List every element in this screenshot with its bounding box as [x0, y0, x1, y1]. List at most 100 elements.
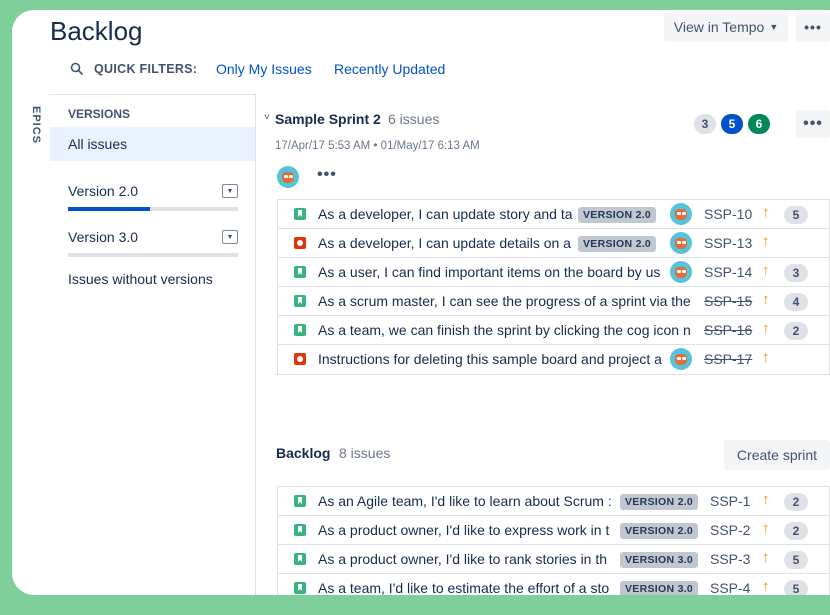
story-points-badge: 2 [784, 522, 808, 540]
issue-row[interactable]: As a product owner, I'd like to rank sto… [278, 545, 829, 574]
issue-summary: As a scrum master, I can see the progres… [318, 293, 691, 309]
assignee-avatar [670, 203, 692, 225]
sidebar-item-all-issues[interactable]: All issues [50, 127, 255, 161]
issue-row[interactable]: As a team, we can finish the sprint by c… [278, 316, 829, 345]
issue-key[interactable]: SSP-3 [710, 551, 750, 567]
header-more-button[interactable]: ••• [796, 12, 830, 42]
priority-high-icon: ↑ [762, 549, 770, 566]
issue-row[interactable]: As an Agile team, I'd like to learn abou… [278, 487, 829, 516]
backlog-title: Backlog [276, 445, 331, 461]
priority-high-icon: ↑ [762, 262, 770, 279]
issue-row[interactable]: Instructions for deleting this sample bo… [278, 345, 829, 374]
chevron-down-icon[interactable]: ˅ [264, 112, 270, 123]
priority-high-icon: ↑ [762, 233, 770, 250]
version-dropdown-icon[interactable]: ▼ [222, 230, 238, 244]
issue-key[interactable]: SSP-17 [704, 351, 752, 367]
versions-heading: VERSIONS [68, 107, 131, 121]
backlog-issue-list: As an Agile team, I'd like to learn abou… [277, 486, 830, 595]
version-progress-bar [68, 253, 238, 257]
versions-panel: VERSIONS All issues Version 2.0 ▼ Versio… [50, 94, 256, 595]
story-points-badge: 5 [784, 206, 808, 224]
done-count-badge: 6 [748, 114, 770, 134]
story-points-badge: 3 [784, 264, 808, 282]
version-lozenge: VERSION 2.0 [620, 523, 699, 539]
issue-summary: As a developer, I can update details on … [318, 235, 571, 251]
backlog-window: Backlog View in Tempo ▼ ••• QUICK FILTER… [12, 10, 830, 595]
version-lozenge: VERSION 3.0 [620, 581, 699, 595]
story-icon [294, 324, 306, 336]
issue-row[interactable]: As a developer, I can update details on … [278, 229, 829, 258]
create-sprint-button[interactable]: Create sprint [724, 440, 830, 470]
issue-key[interactable]: SSP-1 [710, 493, 750, 509]
version-progress-fill [68, 207, 150, 211]
in-progress-count-badge: 5 [721, 114, 743, 134]
version-progress-bar [68, 207, 238, 211]
view-in-tempo-button[interactable]: View in Tempo ▼ [664, 12, 788, 42]
version-lozenge: VERSION 3.0 [620, 552, 699, 568]
issue-row[interactable]: As a product owner, I'd like to express … [278, 516, 829, 545]
sprint-issue-list: As a developer, I can update story and t… [277, 199, 830, 375]
version-lozenge: VERSION 2.0 [578, 207, 657, 223]
issue-key[interactable]: SSP-2 [710, 522, 750, 538]
page-title: Backlog [50, 16, 143, 46]
filter-only-my-issues[interactable]: Only My Issues [216, 61, 312, 77]
view-in-tempo-label: View in Tempo [673, 19, 765, 35]
filter-recently-updated[interactable]: Recently Updated [334, 61, 445, 77]
story-points-badge: 2 [784, 493, 808, 511]
issue-summary: As a product owner, I'd like to express … [318, 522, 610, 538]
story-icon [294, 524, 306, 536]
issue-key[interactable]: SSP-16 [704, 322, 752, 338]
epics-tab[interactable]: EPICS [30, 106, 42, 144]
sprint-more-button[interactable]: ••• [796, 110, 830, 138]
issue-summary: As a user, I can find important items on… [318, 264, 661, 280]
story-icon [294, 553, 306, 565]
issue-key[interactable]: SSP-15 [704, 293, 752, 309]
assignee-avatar[interactable] [277, 166, 299, 188]
issue-row[interactable]: As a scrum master, I can see the progres… [278, 287, 829, 316]
assignee-more-button[interactable]: ••• [317, 166, 337, 184]
version-lozenge: VERSION 2.0 [578, 236, 657, 252]
search-icon[interactable] [70, 62, 84, 76]
priority-high-icon: ↑ [762, 578, 770, 595]
priority-high-icon: ↑ [762, 491, 770, 508]
story-icon [294, 295, 306, 307]
issue-key[interactable]: SSP-10 [704, 206, 752, 222]
issue-row[interactable]: As a user, I can find important items on… [278, 258, 829, 287]
assignee-avatar [670, 348, 692, 370]
issue-summary: As a team, I'd like to estimate the effo… [318, 580, 610, 595]
sprint-issue-count: 6 issues [388, 111, 440, 127]
story-points-badge: 4 [784, 293, 808, 311]
issue-summary: As a developer, I can update story and t… [318, 206, 573, 222]
backlog-issue-count: 8 issues [339, 445, 391, 461]
version-dropdown-icon[interactable]: ▼ [222, 184, 238, 198]
story-icon [294, 495, 306, 507]
quick-filters-label: QUICK FILTERS: [94, 62, 198, 76]
version-label: Version 2.0 [68, 183, 139, 199]
issue-key[interactable]: SSP-4 [710, 580, 750, 595]
priority-high-icon: ↑ [762, 291, 770, 308]
version-lozenge: VERSION 2.0 [620, 494, 699, 510]
story-points-badge: 2 [784, 322, 808, 340]
issue-summary: Instructions for deleting this sample bo… [318, 351, 662, 367]
priority-high-icon: ↑ [762, 520, 770, 537]
issue-summary: As a team, we can finish the sprint by c… [318, 322, 691, 338]
issue-key[interactable]: SSP-14 [704, 264, 752, 280]
story-points-badge: 5 [784, 551, 808, 569]
assignee-avatar [670, 261, 692, 283]
issue-summary: As a product owner, I'd like to rank sto… [318, 551, 608, 567]
caret-down-icon: ▼ [769, 22, 779, 32]
bug-icon [294, 237, 306, 249]
story-icon [294, 266, 306, 278]
issue-key[interactable]: SSP-13 [704, 235, 752, 251]
version-label: Version 3.0 [68, 229, 139, 245]
story-points-badge: 5 [784, 580, 808, 595]
story-icon [294, 582, 306, 594]
priority-high-icon: ↑ [762, 320, 770, 337]
sidebar-item-issues-without-versions[interactable]: Issues without versions [68, 271, 213, 287]
issue-row[interactable]: As a team, I'd like to estimate the effo… [278, 574, 829, 595]
todo-count-badge: 3 [694, 114, 716, 134]
priority-high-icon: ↑ [762, 204, 770, 221]
sprint-name: Sample Sprint 2 [275, 111, 381, 127]
bug-icon [294, 353, 306, 365]
issue-row[interactable]: As a developer, I can update story and t… [278, 200, 829, 229]
